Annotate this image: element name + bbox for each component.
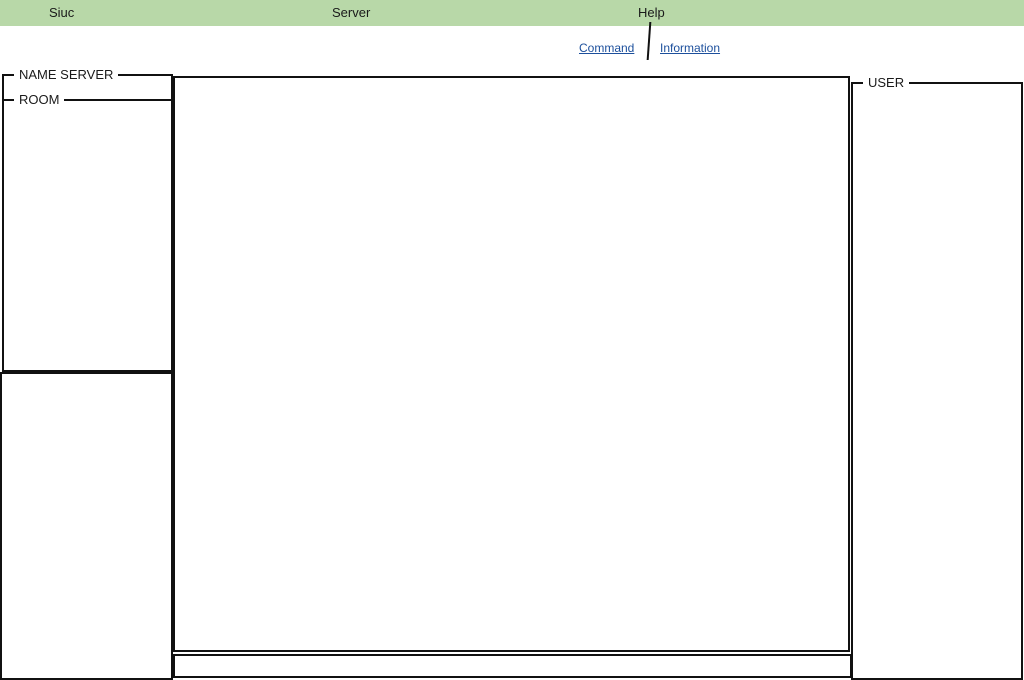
app-window: Siuc Server Help Command Information NAM… bbox=[0, 0, 1024, 680]
name-server-title: NAME SERVER bbox=[14, 67, 119, 82]
user-title: USER bbox=[863, 75, 910, 90]
command-link[interactable]: Command bbox=[579, 41, 634, 55]
menu-item-server[interactable]: Server bbox=[332, 6, 370, 20]
chat-message-area[interactable] bbox=[173, 76, 850, 652]
menu-item-siuc[interactable]: Siuc bbox=[49, 6, 74, 20]
user-panel[interactable]: USER bbox=[851, 75, 1023, 680]
lower-left-panel[interactable] bbox=[0, 372, 173, 680]
message-input[interactable] bbox=[173, 654, 852, 678]
information-link[interactable]: Information bbox=[660, 41, 720, 55]
menu-bar: Siuc Server Help bbox=[0, 0, 1024, 26]
submenu-divider bbox=[646, 22, 652, 60]
room-title: ROOM bbox=[14, 92, 65, 107]
menu-item-help[interactable]: Help bbox=[638, 6, 665, 20]
room-panel: ROOM bbox=[2, 92, 173, 372]
